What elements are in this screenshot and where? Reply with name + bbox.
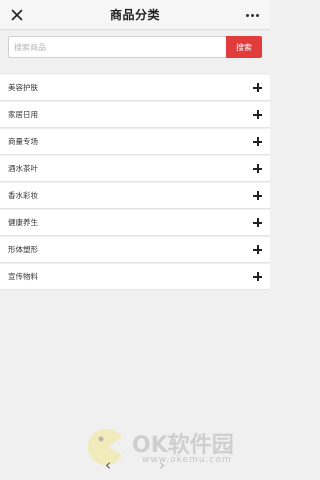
plus-icon[interactable]	[253, 191, 262, 200]
category-label: 宣传物料	[8, 272, 38, 281]
plus-icon[interactable]	[253, 83, 262, 92]
more-dot	[255, 13, 259, 17]
plus-icon[interactable]	[253, 110, 262, 119]
page: 商品分类 搜索 美容护肤 家居日用 商量专场 酒水茶叶 香水彩妆	[0, 0, 270, 480]
category-item-household[interactable]: 家居日用	[0, 102, 270, 128]
search-button[interactable]: 搜索	[226, 36, 262, 58]
forward-button[interactable]: ›	[159, 457, 165, 473]
plus-icon[interactable]	[253, 272, 262, 281]
category-label: 酒水茶叶	[8, 164, 38, 173]
search-bar: 搜索	[8, 36, 262, 58]
category-item-beauty[interactable]: 美容护肤	[0, 75, 270, 101]
close-icon	[11, 9, 23, 21]
plus-icon[interactable]	[253, 137, 262, 146]
category-item-promo[interactable]: 宣传物料	[0, 264, 270, 290]
bottom-navigation: ‹ ›	[0, 450, 270, 480]
more-button[interactable]	[242, 6, 262, 24]
plus-icon[interactable]	[253, 218, 262, 227]
plus-icon[interactable]	[253, 245, 262, 254]
category-label: 家居日用	[8, 110, 38, 119]
category-item-special[interactable]: 商量专场	[0, 129, 270, 155]
category-list: 美容护肤 家居日用 商量专场 酒水茶叶 香水彩妆 健康养生 形体塑形 宣传物料	[0, 75, 270, 291]
category-item-cosmetics[interactable]: 香水彩妆	[0, 183, 270, 209]
plus-icon[interactable]	[253, 164, 262, 173]
category-item-health[interactable]: 健康养生	[0, 210, 270, 236]
back-button[interactable]: ‹	[105, 457, 111, 473]
search-input[interactable]	[8, 36, 226, 58]
category-label: 商量专场	[8, 137, 38, 146]
category-label: 美容护肤	[8, 83, 38, 92]
category-label: 形体塑形	[8, 245, 38, 254]
more-dot	[245, 13, 249, 17]
category-item-drinks[interactable]: 酒水茶叶	[0, 156, 270, 182]
category-item-body[interactable]: 形体塑形	[0, 237, 270, 263]
more-dot	[250, 13, 254, 17]
page-title: 商品分类	[109, 8, 160, 22]
category-label: 香水彩妆	[8, 191, 38, 200]
category-label: 健康养生	[8, 218, 38, 227]
title-bar: 商品分类	[0, 0, 270, 30]
close-button[interactable]	[8, 6, 26, 24]
